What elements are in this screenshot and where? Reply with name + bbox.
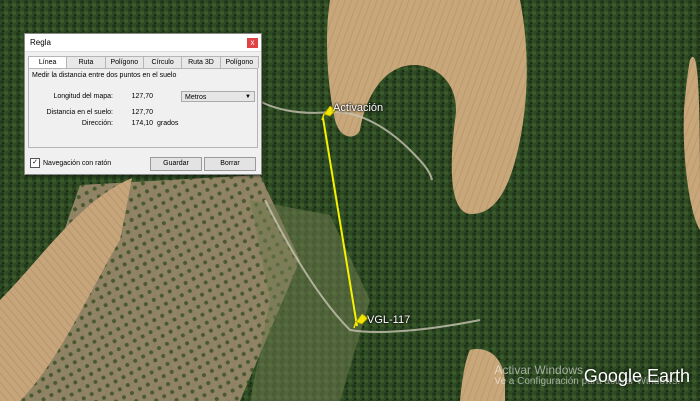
direction-unit: grados (157, 120, 179, 127)
dialog-title: Regla (30, 38, 51, 47)
description-text: Medir la distancia entre dos puntos en e… (32, 72, 177, 79)
tab-poligono-3d[interactable]: Polígono 3D (219, 56, 259, 77)
pin-vgl-label[interactable]: VGL-117 (367, 314, 410, 326)
tab-ruta-3d[interactable]: Ruta 3D (181, 56, 221, 68)
pin-activacion-label[interactable]: Activación (333, 102, 383, 114)
google-earth-logo: Google Earth (583, 366, 690, 386)
direction-label: Dirección: (81, 120, 113, 127)
ground-distance-value: 127,70 (131, 109, 153, 116)
tab-ruta[interactable]: Ruta (66, 56, 106, 68)
ground-distance-label: Distancia en el suelo: (46, 109, 113, 116)
dialog-footer: ✓ Navegación con ratón Guardar Borrar (30, 156, 256, 171)
unit-select-value: Metros (185, 94, 207, 101)
chevron-down-icon: ▼ (245, 94, 251, 100)
unit-select[interactable]: Metros ▼ (181, 91, 255, 102)
mouse-nav-label[interactable]: Navegación con ratón (43, 160, 111, 167)
ruler-tabs: Línea Ruta Polígono Círculo Ruta 3D Polí… (28, 56, 259, 77)
tab-linea[interactable]: Línea (28, 56, 68, 68)
direction-row: Dirección: 174,10 grados (29, 120, 179, 127)
mouse-nav-checkbox[interactable]: ✓ (30, 158, 40, 168)
clear-button[interactable]: Borrar (204, 157, 256, 171)
map-length-row: Longitud del mapa: 127,70 (29, 93, 153, 100)
map-length-value: 127,70 (131, 93, 153, 100)
dialog-titlebar[interactable]: Regla x (25, 34, 261, 52)
tab-circulo[interactable]: Círculo (142, 56, 183, 68)
close-icon[interactable]: x (247, 37, 258, 48)
ruler-dialog: Regla x Línea Ruta Polígono Círculo Ruta… (24, 33, 262, 175)
direction-value: 174,10 (131, 120, 153, 127)
tab-poligono[interactable]: Polígono (104, 56, 144, 68)
save-button[interactable]: Guardar (150, 157, 202, 171)
tab-panel: Medir la distancia entre dos puntos en e… (28, 68, 258, 148)
ground-distance-row: Distancia en el suelo: 127,70 (9, 109, 153, 116)
map-length-label: Longitud del mapa: (53, 93, 113, 100)
